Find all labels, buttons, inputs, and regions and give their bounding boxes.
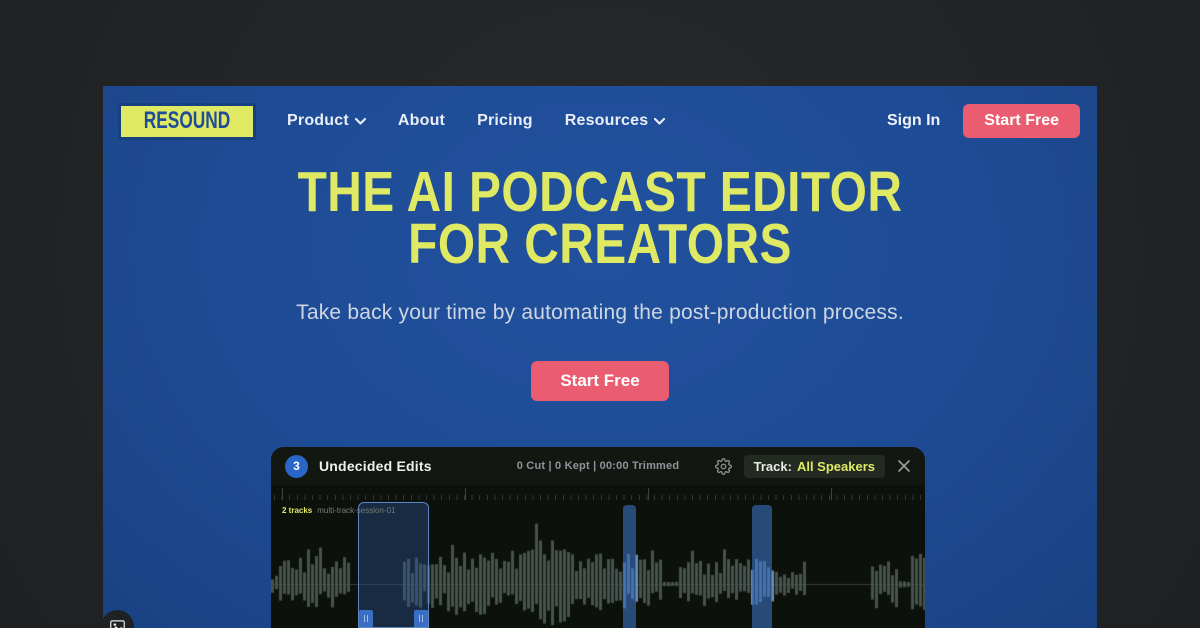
start-free-button-hero[interactable]: Start Free bbox=[531, 361, 668, 401]
track-selector-label: Track: bbox=[754, 459, 792, 474]
hero-title-line2: FOR CREATORS bbox=[183, 218, 1018, 270]
panel-title: Undecided Edits bbox=[319, 458, 432, 474]
timeline-ruler[interactable] bbox=[271, 485, 925, 501]
ruler-major-ticks bbox=[282, 488, 925, 500]
landing-page: RESOUND Product About Pricing Resources … bbox=[103, 86, 1097, 628]
track-selector[interactable]: Track: All Speakers bbox=[744, 455, 885, 478]
chevron-down-icon bbox=[654, 118, 665, 125]
hero-section: THE AI PODCAST EDITOR FOR CREATORS Take … bbox=[103, 166, 1097, 401]
edit-count-badge: 3 bbox=[285, 455, 308, 478]
nav-item-about[interactable]: About bbox=[398, 112, 445, 130]
nav-item-label: Resources bbox=[565, 112, 649, 130]
nav-item-label: Product bbox=[287, 112, 349, 130]
hero-title-line1: THE AI PODCAST EDITOR bbox=[183, 166, 1018, 218]
viewport: { "page": { "accent_yellow": "#dfe964", … bbox=[0, 0, 1200, 628]
top-nav: RESOUND Product About Pricing Resources … bbox=[103, 86, 1097, 144]
resound-logo[interactable]: RESOUND bbox=[118, 103, 256, 140]
nav-item-label: About bbox=[398, 112, 445, 130]
gear-icon[interactable] bbox=[715, 458, 732, 475]
waveform-track[interactable]: 2 tracks multi-track-session-01 bbox=[271, 501, 925, 628]
close-icon[interactable] bbox=[897, 459, 911, 473]
editor-header-actions: Track: All Speakers bbox=[715, 455, 911, 478]
nav-menu: Product About Pricing Resources bbox=[287, 112, 665, 130]
track-selector-value: All Speakers bbox=[797, 459, 875, 474]
nav-right: Sign In Start Free bbox=[887, 104, 1080, 138]
hero-subtitle: Take back your time by automating the po… bbox=[103, 301, 1097, 325]
session-name-label: multi-track-session-01 bbox=[317, 506, 395, 515]
nav-item-label: Pricing bbox=[477, 112, 533, 130]
image-icon bbox=[110, 620, 125, 628]
nav-item-resources[interactable]: Resources bbox=[565, 112, 666, 130]
nav-item-product[interactable]: Product bbox=[287, 112, 366, 130]
editor-app-window: 3 Undecided Edits 0 Cut | 0 Kept | 00:00… bbox=[271, 447, 925, 628]
track-meta: 2 tracks multi-track-session-01 bbox=[282, 506, 396, 515]
editor-header: 3 Undecided Edits 0 Cut | 0 Kept | 00:00… bbox=[271, 447, 925, 485]
edit-stats: 0 Cut | 0 Kept | 00:00 Trimmed bbox=[517, 460, 680, 472]
waveform-canvas bbox=[271, 501, 925, 628]
nav-item-pricing[interactable]: Pricing bbox=[477, 112, 533, 130]
chevron-down-icon bbox=[355, 118, 366, 125]
start-free-button-nav[interactable]: Start Free bbox=[963, 104, 1080, 138]
sign-in-link[interactable]: Sign In bbox=[887, 112, 940, 130]
tracks-count-label: 2 tracks bbox=[282, 506, 312, 515]
logo-text: RESOUND bbox=[144, 109, 230, 133]
